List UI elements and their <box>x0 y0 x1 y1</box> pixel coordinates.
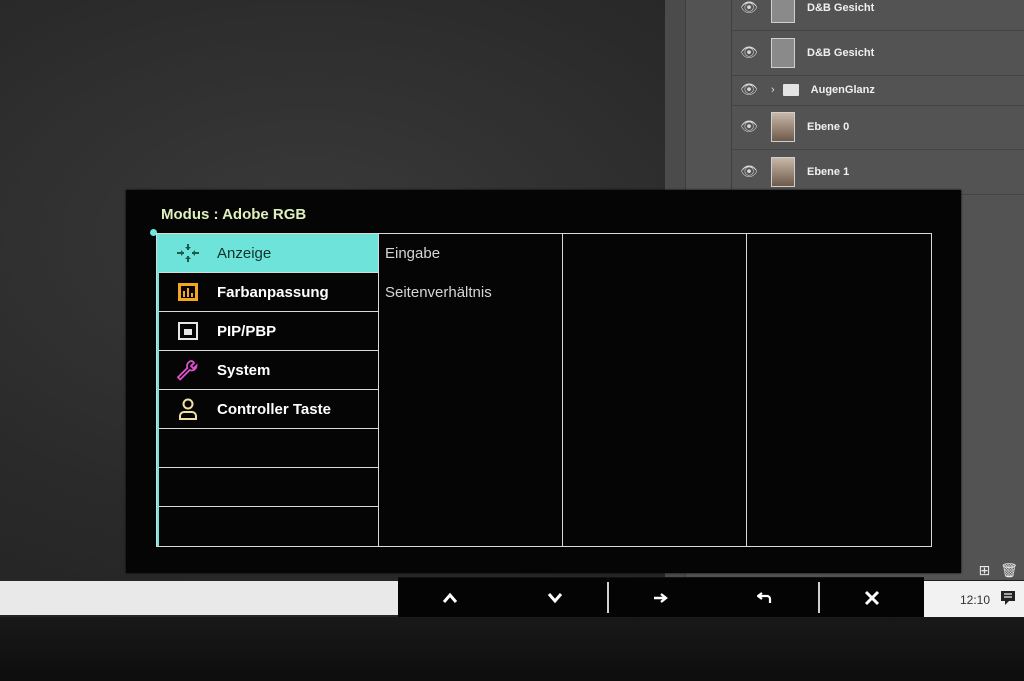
chevron-right-icon[interactable]: › <box>771 84 775 96</box>
submenu-item-seitenverhaeltnis[interactable]: Seitenverhältnis <box>379 273 562 312</box>
osd-key-bar <box>398 577 924 617</box>
layer-name: Ebene 0 <box>807 121 850 133</box>
layer-row[interactable]: 👁 D&B Gesicht <box>731 31 1024 76</box>
menu-item-anzeige[interactable]: Anzeige <box>159 234 378 273</box>
layer-name: Ebene 1 <box>807 166 850 178</box>
menu-item-empty <box>159 507 378 546</box>
monitor-bezel <box>0 617 1024 681</box>
notification-icon[interactable] <box>1000 590 1016 610</box>
layer-thumbnail <box>771 0 795 23</box>
osd-options-column <box>563 234 747 546</box>
menu-item-label: Controller Taste <box>217 400 331 418</box>
menu-item-pip-pbp[interactable]: PIP/PBP <box>159 312 378 351</box>
osd-main-menu: Anzeige Farbanpassung PIP/PBP System Con… <box>157 234 379 546</box>
color-adjust-icon <box>175 281 201 303</box>
osd-submenu-column: Eingabe Seitenverhältnis <box>379 234 563 546</box>
down-arrow-icon[interactable] <box>502 578 606 617</box>
menu-item-farbanpassung[interactable]: Farbanpassung <box>159 273 378 312</box>
osd-mode-title: Modus : Adobe RGB <box>161 206 307 223</box>
eye-icon[interactable]: 👁 <box>731 164 767 180</box>
eye-icon[interactable]: 👁 <box>731 119 767 135</box>
menu-item-empty <box>159 429 378 468</box>
eye-icon[interactable]: 👁 <box>731 45 767 61</box>
system-tray: 12:10 <box>922 581 1024 619</box>
layer-name: D&B Gesicht <box>807 2 875 14</box>
menu-item-empty <box>159 468 378 507</box>
close-icon[interactable] <box>820 578 924 617</box>
osd-values-column <box>747 234 933 546</box>
display-arrows-icon <box>175 242 201 264</box>
layer-thumbnail <box>771 112 795 142</box>
menu-item-label: Anzeige <box>217 244 272 262</box>
right-arrow-icon[interactable] <box>609 578 713 617</box>
trash-icon[interactable]: 🗑 <box>1000 562 1018 579</box>
layer-row[interactable]: 👁 Ebene 1 <box>731 150 1024 195</box>
folder-icon <box>782 84 799 96</box>
return-icon[interactable] <box>713 578 817 617</box>
layer-row[interactable]: 👁 › AugenGlanz <box>731 75 1024 106</box>
up-arrow-icon[interactable] <box>398 578 502 617</box>
new-layer-icon[interactable]: ⊞ <box>978 562 990 579</box>
layers-panel-footer: ⊞ 🗑 <box>978 562 1018 579</box>
layer-thumbnail <box>771 38 795 68</box>
person-icon <box>175 398 201 420</box>
taskbar-clock[interactable]: 12:10 <box>960 593 990 607</box>
layer-row[interactable]: 👁 Ebene 0 <box>731 105 1024 150</box>
layer-thumbnail <box>771 157 795 187</box>
pip-icon <box>175 320 201 342</box>
menu-item-label: System <box>217 361 271 379</box>
menu-item-label: Farbanpassung <box>217 283 329 301</box>
menu-item-controller-taste[interactable]: Controller Taste <box>159 390 378 429</box>
wrench-icon <box>175 359 201 381</box>
menu-item-label: PIP/PBP <box>217 322 277 340</box>
eye-icon[interactable]: 👁 <box>731 0 767 16</box>
submenu-item-eingabe[interactable]: Eingabe <box>379 234 562 273</box>
osd-menu-window: Modus : Adobe RGB Anzeige Farbanpassung … <box>126 190 961 573</box>
layer-name: D&B Gesicht <box>807 47 875 59</box>
menu-item-system[interactable]: System <box>159 351 378 390</box>
layer-name: AugenGlanz <box>810 84 875 96</box>
eye-icon[interactable]: 👁 <box>731 82 767 98</box>
layer-row[interactable]: 👁 D&B Gesicht <box>731 0 1024 31</box>
osd-grid: Anzeige Farbanpassung PIP/PBP System Con… <box>156 233 932 547</box>
taskbar <box>0 581 400 615</box>
